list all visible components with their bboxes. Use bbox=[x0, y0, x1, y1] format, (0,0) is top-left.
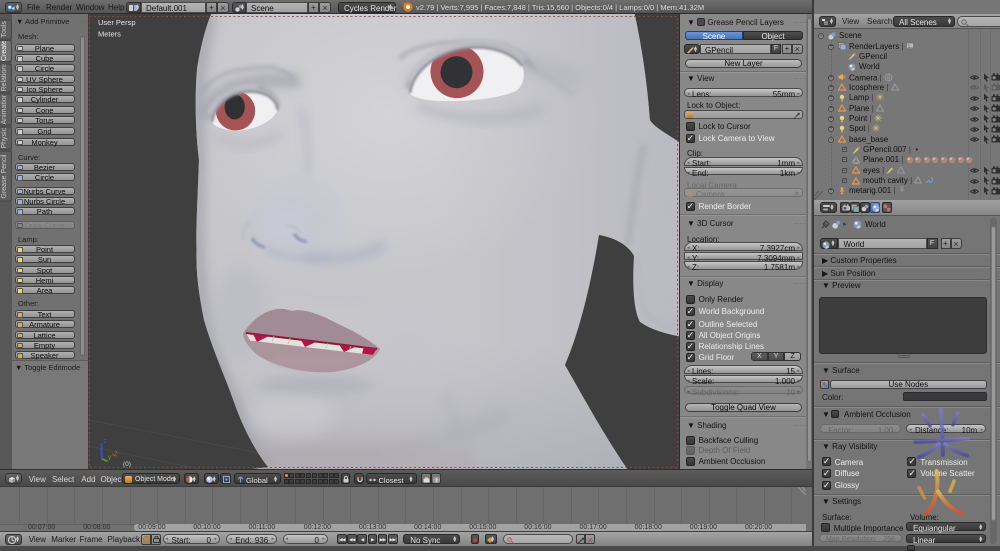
svg-text:User Persp: User Persp bbox=[98, 18, 136, 27]
svg-text:(0): (0) bbox=[123, 461, 131, 468]
svg-text:y: y bbox=[108, 455, 111, 461]
svg-text:x: x bbox=[115, 450, 118, 456]
svg-text:z: z bbox=[104, 439, 107, 445]
svg-text:Meters: Meters bbox=[98, 30, 121, 39]
